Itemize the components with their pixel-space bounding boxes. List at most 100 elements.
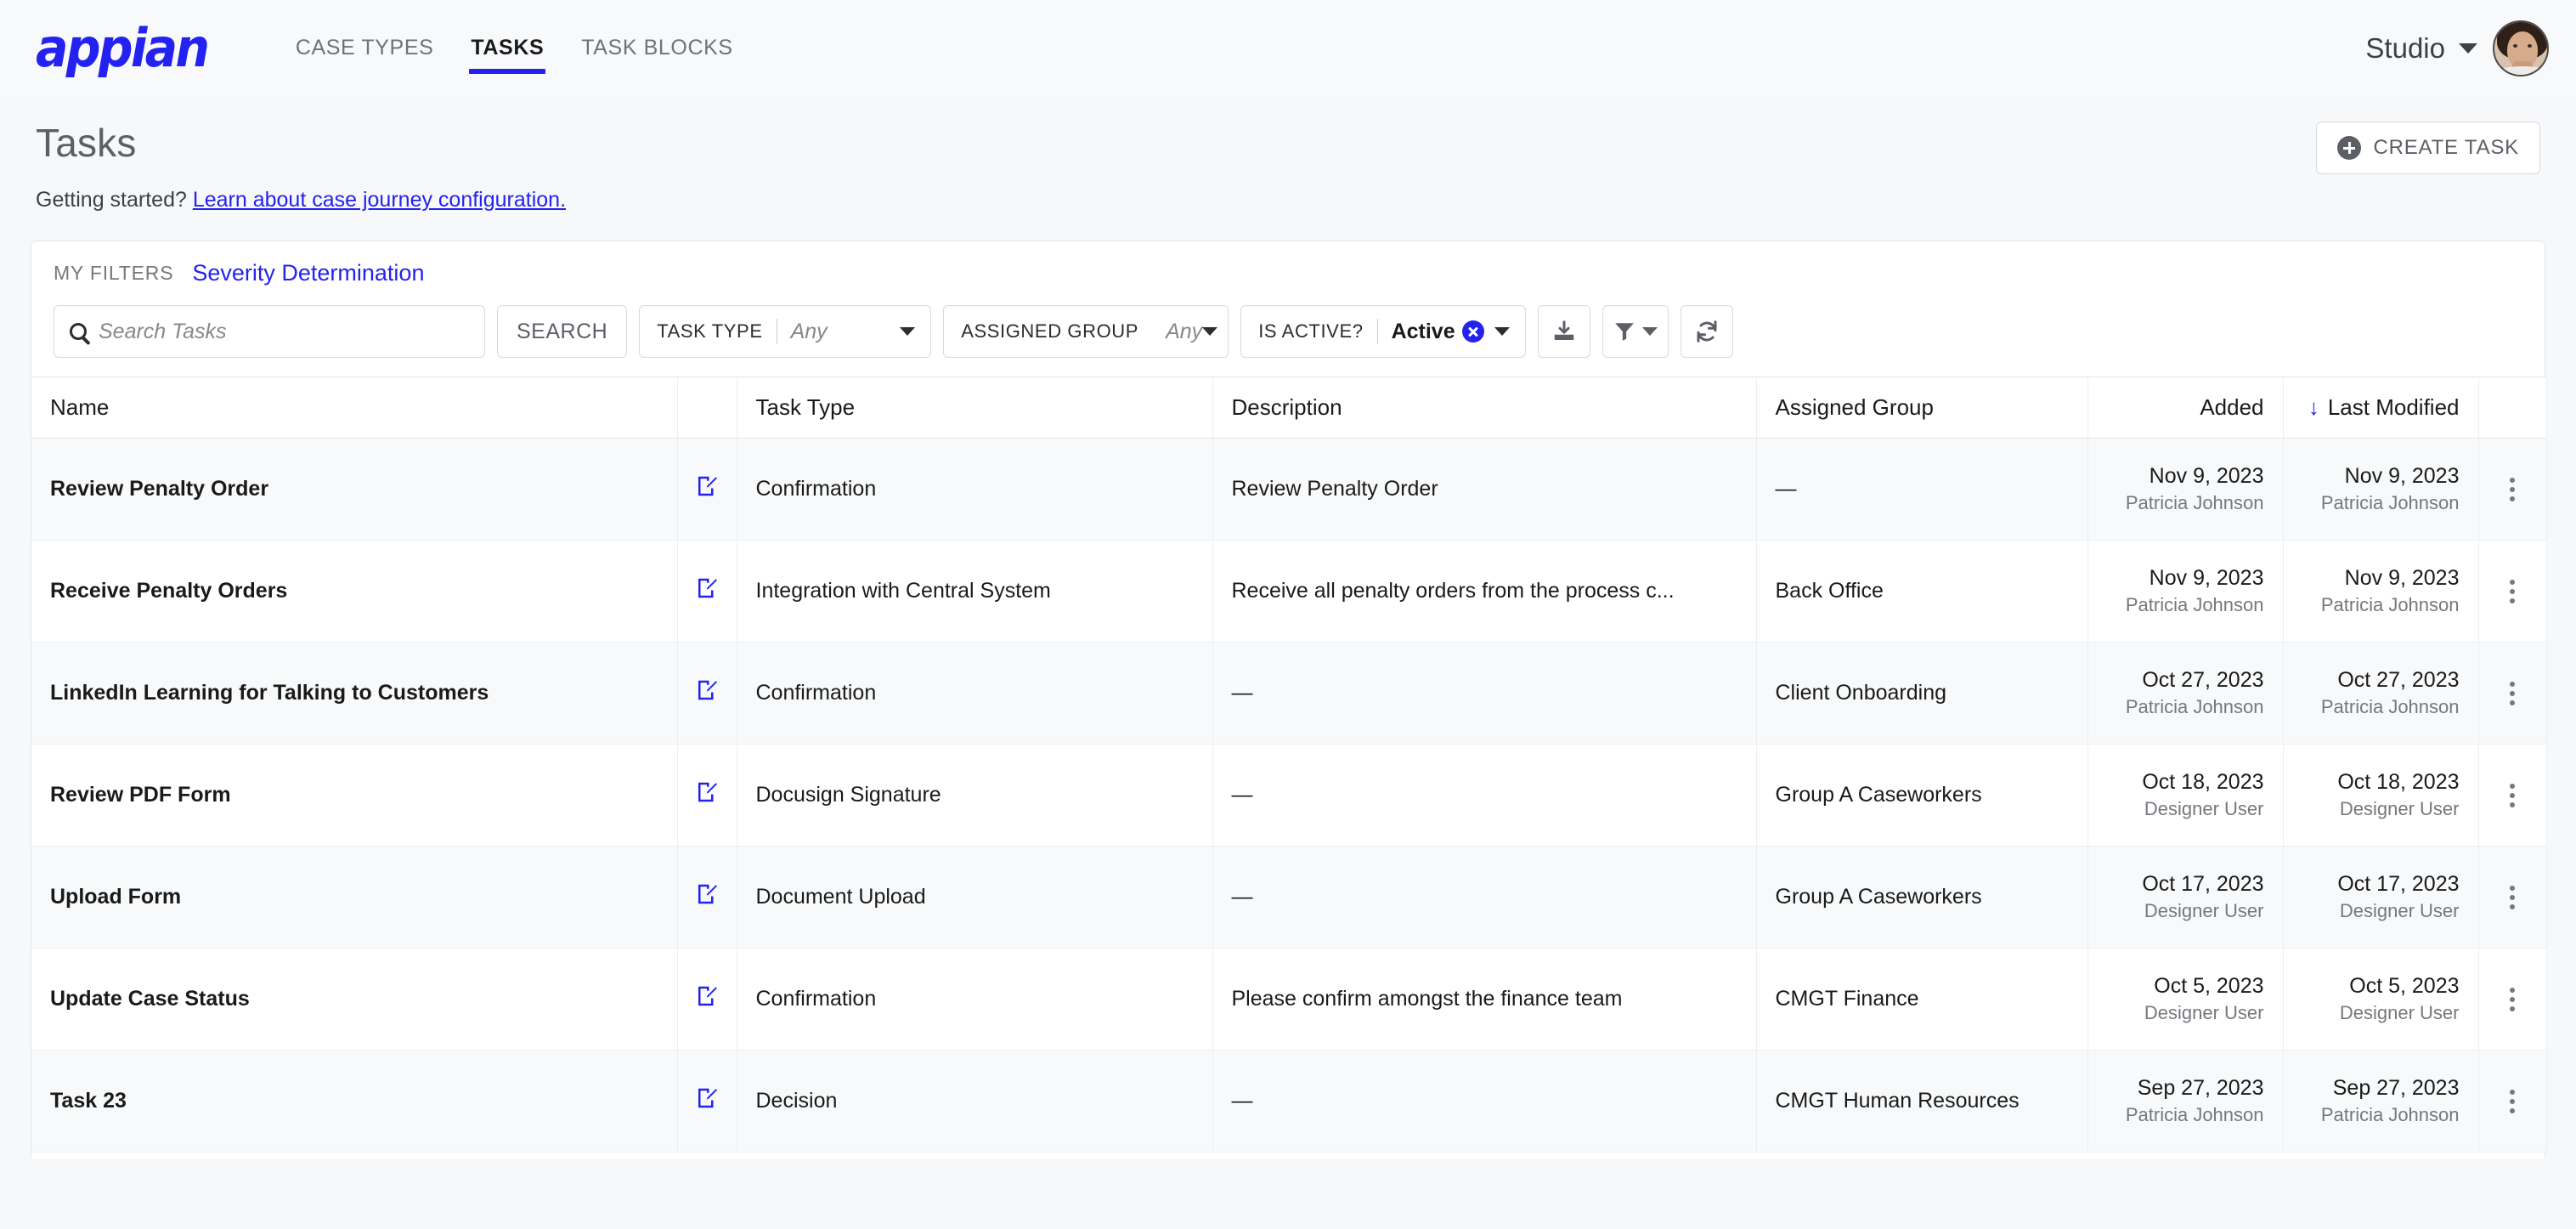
table-row[interactable]: Review PDF Form Docusign Signature — Group … [31, 744, 2547, 847]
tasks-table-body: Review Penalty Order Confirmation Review P… [31, 438, 2547, 1153]
cell-edit-action[interactable] [677, 948, 737, 1051]
column-header-added[interactable]: Added [2087, 377, 2284, 439]
my-filters-label: MY FILTERS [54, 262, 174, 284]
nav-tab-case-types[interactable]: CASE TYPES [277, 0, 453, 96]
search-button[interactable]: SEARCH [497, 305, 628, 358]
appian-logo[interactable]: appian [36, 21, 210, 75]
edit-document-icon[interactable] [694, 881, 720, 907]
cell-added: Nov 9, 2023 Patricia Johnson [2087, 438, 2284, 541]
table-row[interactable]: Update Case Status Confirmation Please con… [31, 948, 2547, 1051]
cell-row-menu[interactable] [2478, 438, 2547, 541]
row-menu-icon[interactable] [2510, 579, 2515, 603]
cell-task-type: Confirmation [737, 642, 1213, 745]
column-header-last-modified[interactable]: ↓ Last Modified [2283, 377, 2479, 439]
assigned-group-filter[interactable]: ASSIGNED GROUP Any [943, 305, 1229, 358]
plus-circle-icon [2337, 136, 2362, 160]
edit-document-icon[interactable] [694, 779, 720, 805]
edit-document-icon[interactable] [694, 1085, 720, 1111]
cell-description: — [1212, 744, 1757, 847]
row-menu-icon[interactable] [2510, 885, 2515, 909]
added-date: Nov 9, 2023 [2149, 463, 2264, 488]
row-menu-icon[interactable] [2510, 1089, 2515, 1113]
saved-filter-severity-determination[interactable]: Severity Determination [192, 260, 424, 286]
search-input[interactable] [99, 319, 469, 344]
search-box[interactable] [54, 305, 485, 358]
cell-last-modified: Nov 9, 2023 Patricia Johnson [2283, 540, 2479, 643]
is-active-filter[interactable]: IS ACTIVE? Active [1240, 305, 1527, 358]
task-type-filter-value: Any [790, 319, 828, 343]
is-active-filter-label: IS ACTIVE? [1258, 320, 1364, 342]
task-type-filter[interactable]: TASK TYPE Any [639, 305, 932, 358]
chevron-down-icon [1494, 327, 1511, 336]
modified-date: Oct 5, 2023 [2349, 973, 2460, 998]
filter-separator [1376, 319, 1378, 344]
modified-date: Nov 9, 2023 [2344, 463, 2460, 488]
task-type-filter-label: TASK TYPE [657, 320, 763, 342]
nav-tab-tasks[interactable]: TASKS [452, 0, 562, 96]
refresh-button[interactable] [1681, 305, 1734, 358]
filter-menu-button[interactable] [1602, 305, 1669, 358]
cell-row-menu[interactable] [2478, 846, 2547, 949]
table-row[interactable]: Receive Penalty Orders Integration with C… [31, 540, 2547, 643]
row-menu-icon[interactable] [2510, 477, 2515, 501]
cell-edit-action[interactable] [677, 642, 737, 745]
edit-document-icon[interactable] [694, 575, 720, 601]
cell-task-type: Document Upload [737, 846, 1213, 949]
cell-row-menu[interactable] [2478, 1050, 2547, 1153]
page-title: Tasks [36, 121, 137, 165]
modified-user: Patricia Johnson [2320, 593, 2460, 615]
cell-assigned-group: CMGT Human Resources [1756, 1050, 2088, 1153]
cell-added: Oct 17, 2023 Designer User [2087, 846, 2284, 949]
tasks-table: Name Task Type Description Assigned Group Ad… [31, 377, 2547, 1153]
column-header-description[interactable]: Description [1212, 377, 1757, 439]
cell-edit-action[interactable] [677, 438, 737, 541]
column-header-label: Task Type [755, 394, 856, 420]
cell-edit-action[interactable] [677, 744, 737, 847]
added-date: Sep 27, 2023 [2137, 1075, 2264, 1100]
edit-document-icon[interactable] [694, 983, 720, 1009]
is-active-filter-value: Active [1391, 319, 1455, 343]
studio-menu[interactable]: Studio [2365, 32, 2477, 65]
cell-task-name: Review PDF Form [31, 744, 678, 847]
cell-row-menu[interactable] [2478, 744, 2547, 847]
added-user: Patricia Johnson [2125, 491, 2264, 513]
nav-tab-task-blocks[interactable]: TASK BLOCKS [562, 0, 751, 96]
cell-row-menu[interactable] [2478, 540, 2547, 643]
column-header-label: Added [2200, 394, 2264, 420]
cell-row-menu[interactable] [2478, 642, 2547, 745]
export-button[interactable] [1538, 305, 1591, 358]
column-header-label: Assigned Group [1775, 394, 1934, 420]
edit-document-icon[interactable] [694, 473, 720, 499]
column-header-task-type[interactable]: Task Type [737, 377, 1213, 439]
cell-edit-action[interactable] [677, 540, 737, 643]
modified-user: Designer User [2339, 1001, 2460, 1023]
table-row[interactable]: Review Penalty Order Confirmation Review P… [31, 438, 2547, 541]
table-header-row: Name Task Type Description Assigned Group Ad… [31, 377, 2547, 439]
row-menu-icon[interactable] [2510, 681, 2515, 705]
row-menu-icon[interactable] [2510, 783, 2515, 807]
cell-edit-action[interactable] [677, 1050, 737, 1153]
user-avatar[interactable] [2493, 20, 2549, 76]
cell-row-menu[interactable] [2478, 948, 2547, 1051]
cell-added: Oct 5, 2023 Designer User [2087, 948, 2284, 1051]
column-header-name[interactable]: Name [31, 377, 678, 439]
top-navigation-bar: appian CASE TYPES TASKS TASK BLOCKS Studio [0, 0, 2576, 96]
cell-added: Oct 27, 2023 Patricia Johnson [2087, 642, 2284, 745]
clear-filter-icon[interactable] [1462, 320, 1485, 343]
refresh-icon [1697, 320, 1717, 343]
column-header-actions-1 [677, 377, 737, 439]
table-row[interactable]: LinkedIn Learning for Talking to Custome… [31, 642, 2547, 745]
sort-descending-icon: ↓ [2308, 394, 2319, 420]
cell-edit-action[interactable] [677, 846, 737, 949]
case-journey-config-link[interactable]: Learn about case journey configuration. [193, 188, 566, 212]
chevron-down-icon [2459, 42, 2477, 54]
avatar-shoulder [2498, 65, 2547, 75]
column-header-assigned-group[interactable]: Assigned Group [1756, 377, 2088, 439]
edit-document-icon[interactable] [694, 677, 720, 703]
cell-added: Nov 9, 2023 Patricia Johnson [2087, 540, 2284, 643]
table-row[interactable]: Upload Form Document Upload — Group A Casew… [31, 846, 2547, 949]
cell-task-type: Decision [737, 1050, 1213, 1153]
table-row[interactable]: Task 23 Decision — CMGT Human Resources Sep … [31, 1050, 2547, 1153]
row-menu-icon[interactable] [2510, 987, 2515, 1011]
create-task-button[interactable]: CREATE TASK [2316, 122, 2540, 174]
